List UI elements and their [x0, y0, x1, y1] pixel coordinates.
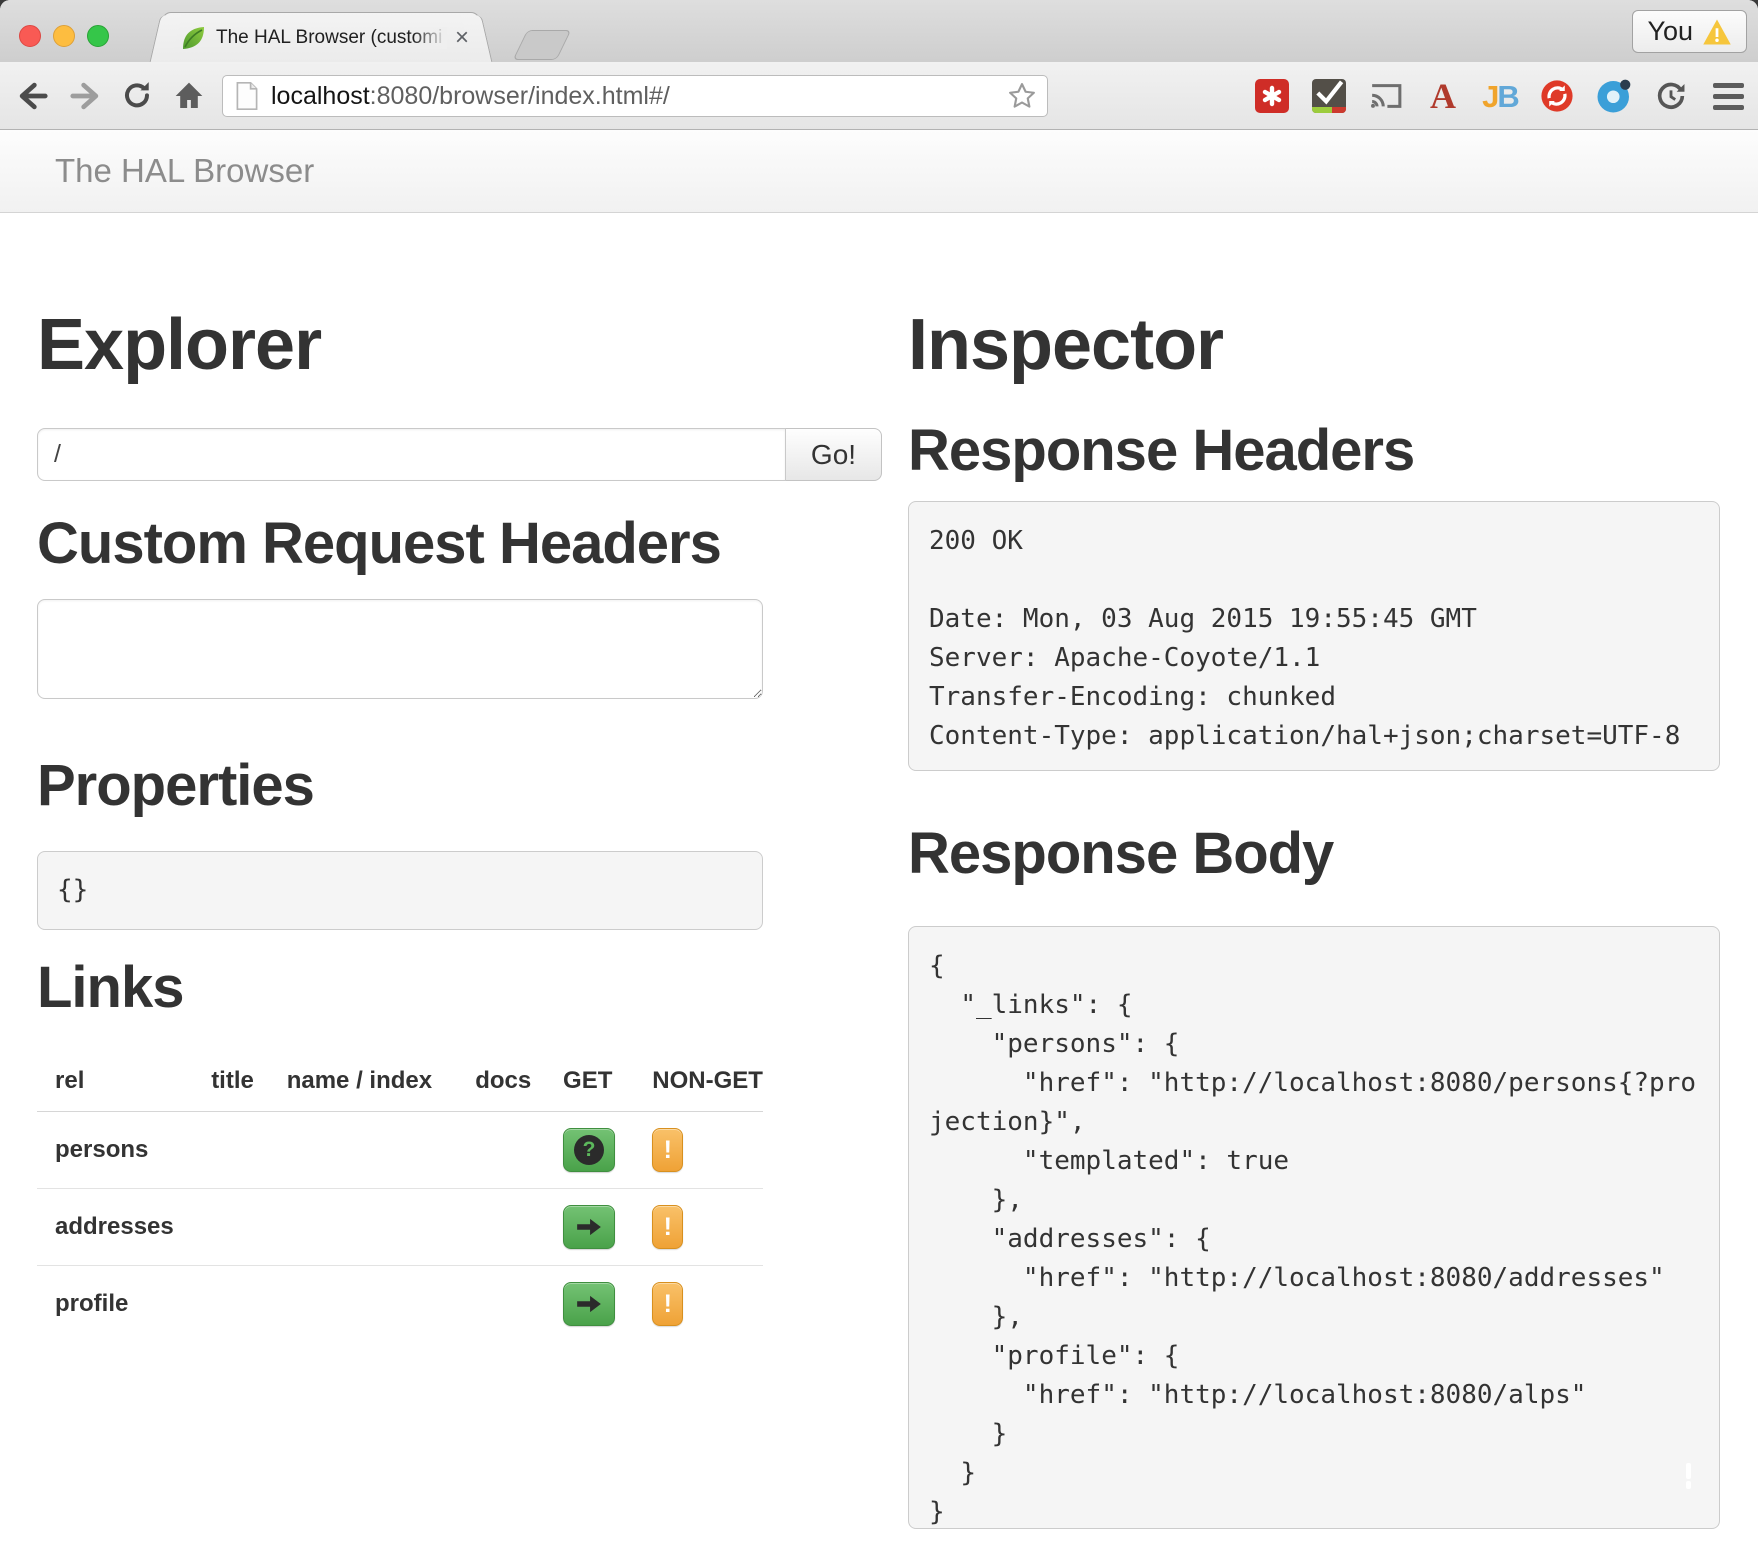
explorer-column: Explorer Go! Custom Request Headers Prop…	[37, 213, 882, 1342]
home-button[interactable]	[170, 80, 208, 112]
browser-window: The HAL Browser (customi × You	[0, 0, 1758, 1542]
site-brand: The HAL Browser	[55, 152, 314, 190]
response-headers-value: 200 OK Date: Mon, 03 Aug 2015 19:55:45 G…	[908, 501, 1720, 771]
letter-a-extension-icon[interactable]: A	[1425, 78, 1461, 114]
tab-strip: The HAL Browser (customi × You	[0, 0, 1758, 62]
page-icon	[235, 81, 259, 111]
col-header-non-get: NON-GET	[652, 1047, 763, 1112]
links-title: Links	[37, 959, 882, 1017]
zoom-window-button[interactable]	[87, 25, 109, 47]
browser-tab[interactable]: The HAL Browser (customi ×	[162, 12, 480, 62]
non-get-button[interactable]: !	[652, 1205, 683, 1249]
get-templated-button[interactable]: ?	[563, 1128, 615, 1172]
response-body-title: Response Body	[908, 825, 1720, 883]
new-tab-button[interactable]	[513, 30, 572, 60]
profile-you-label: You	[1647, 16, 1693, 47]
arrow-right-icon	[575, 1216, 603, 1238]
reload-button[interactable]	[118, 80, 156, 112]
name-index-cell	[287, 1112, 476, 1189]
title-cell	[211, 1266, 287, 1343]
red-sync-extension-icon[interactable]	[1539, 78, 1575, 114]
address-bar[interactable]: localhost:8080/browser/index.html#/	[222, 75, 1048, 117]
docs-cell	[475, 1266, 563, 1343]
extension-icons: A JB	[1254, 62, 1746, 130]
links-table: rel title name / index docs GET NON-GET …	[37, 1047, 763, 1342]
arrow-right-icon	[575, 1293, 603, 1315]
back-button[interactable]	[14, 81, 52, 111]
rel-label: profile	[37, 1266, 211, 1343]
url-host: localhost	[271, 82, 370, 110]
forward-button[interactable]	[66, 81, 104, 111]
chromecast-extension-icon[interactable]	[1368, 78, 1404, 114]
properties-title: Properties	[37, 757, 882, 815]
url-path: :8080/browser/index.html#/	[370, 82, 670, 110]
warning-icon	[1702, 18, 1732, 46]
col-header-title: title	[211, 1047, 287, 1112]
table-row-persons: persons ? !	[37, 1112, 763, 1189]
close-window-button[interactable]	[19, 25, 41, 47]
col-header-get: GET	[563, 1047, 652, 1112]
get-follow-button[interactable]	[563, 1205, 615, 1249]
minimize-window-button[interactable]	[53, 25, 75, 47]
response-body-value: { "_links": { "persons": { "href": "http…	[908, 926, 1720, 1529]
col-header-docs: docs	[475, 1047, 563, 1112]
table-row-profile: profile !	[37, 1266, 763, 1343]
profile-you-button[interactable]: You	[1632, 10, 1747, 53]
explorer-address-input[interactable]	[37, 428, 786, 481]
table-row-addresses: addresses !	[37, 1189, 763, 1266]
checkmark-extension-icon[interactable]	[1311, 78, 1347, 114]
properties-value: {}	[37, 851, 763, 930]
title-cell	[211, 1189, 287, 1266]
blue-circle-extension-icon[interactable]	[1596, 78, 1632, 114]
bookmark-star-icon[interactable]	[1007, 81, 1037, 111]
jb-extension-icon[interactable]: JB	[1482, 78, 1518, 114]
page-content: Explorer Go! Custom Request Headers Prop…	[0, 213, 1758, 1529]
col-header-name-index: name / index	[287, 1047, 476, 1112]
tab-title: The HAL Browser (customi	[216, 27, 447, 49]
spring-leaf-favicon	[179, 24, 207, 52]
response-headers-title: Response Headers	[908, 422, 1720, 480]
browser-toolbar: localhost:8080/browser/index.html#/	[0, 62, 1758, 130]
name-index-cell	[287, 1189, 476, 1266]
lastpass-extension-icon[interactable]	[1254, 78, 1290, 114]
non-get-button[interactable]: !	[652, 1128, 683, 1172]
explorer-address-group: Go!	[37, 428, 882, 481]
home-icon	[173, 80, 205, 112]
rel-label: persons	[37, 1112, 211, 1189]
get-follow-button[interactable]	[563, 1282, 615, 1326]
docs-cell	[475, 1189, 563, 1266]
rel-label: addresses	[37, 1189, 211, 1266]
forward-arrow-icon	[68, 81, 102, 111]
url-text: localhost:8080/browser/index.html#/	[271, 82, 1007, 111]
tab-close-icon[interactable]: ×	[455, 26, 469, 50]
session-sync-extension-icon[interactable]	[1653, 78, 1689, 114]
response-body-wrap: { "_links": { "persons": { "href": "http…	[908, 926, 1720, 1529]
non-get-button[interactable]: !	[652, 1282, 683, 1326]
back-arrow-icon	[16, 81, 50, 111]
inspector-column: Inspector Response Headers 200 OK Date: …	[908, 213, 1720, 1529]
custom-request-headers-input[interactable]	[37, 599, 763, 699]
col-header-rel: rel	[37, 1047, 211, 1112]
chrome-menu-button[interactable]	[1710, 78, 1746, 114]
reload-icon	[121, 80, 153, 112]
explorer-title: Explorer	[37, 309, 882, 381]
links-table-header-row: rel title name / index docs GET NON-GET	[37, 1047, 763, 1112]
feedly-mini-button[interactable]	[1672, 1459, 1717, 1504]
docs-cell	[475, 1112, 563, 1189]
custom-request-headers-title: Custom Request Headers	[37, 515, 882, 573]
inspector-title: Inspector	[908, 309, 1720, 381]
title-cell	[211, 1112, 287, 1189]
go-button[interactable]: Go!	[786, 428, 882, 481]
question-icon: ?	[574, 1135, 604, 1165]
traffic-lights	[19, 25, 109, 47]
site-navbar: The HAL Browser	[0, 130, 1758, 213]
name-index-cell	[287, 1266, 476, 1343]
